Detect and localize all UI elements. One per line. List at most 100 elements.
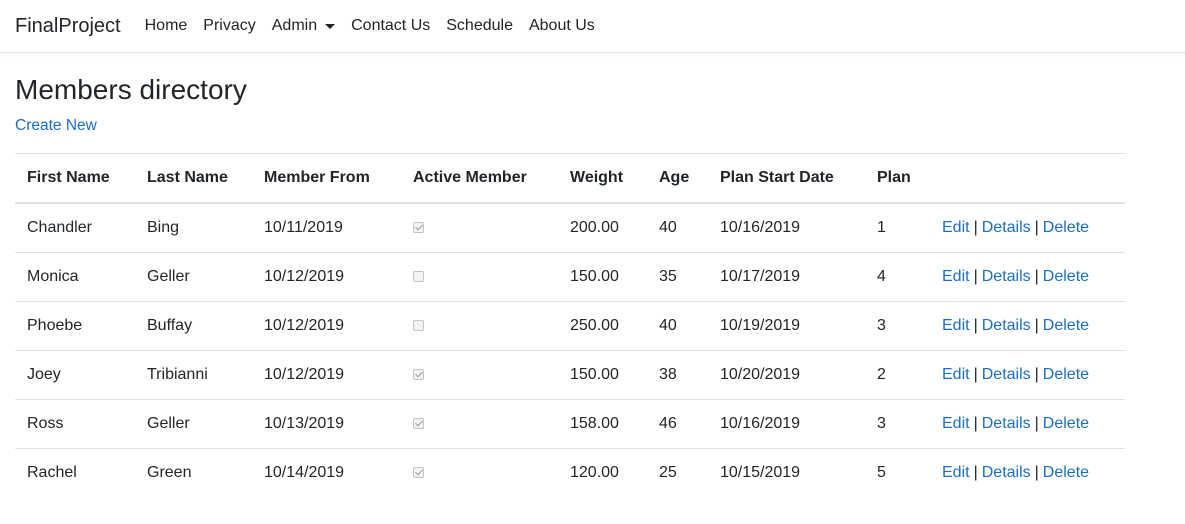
nav-about-us[interactable]: About Us: [529, 17, 595, 35]
header-age: Age: [659, 168, 690, 186]
cell-member-from: 10/11/2019: [264, 218, 343, 236]
action-separator: |: [973, 218, 978, 236]
chevron-down-icon: [325, 23, 336, 29]
action-separator: |: [1034, 365, 1039, 383]
cell-last-name: Green: [147, 463, 192, 481]
cell-actions: Edit | Details | Delete: [930, 203, 1125, 252]
cell-plan: 3: [877, 414, 886, 432]
cell-plan-start-date: 10/16/2019: [720, 218, 801, 236]
edit-link[interactable]: Edit: [942, 415, 970, 432]
details-link[interactable]: Details: [982, 268, 1031, 285]
cell-first-name: Monica: [27, 267, 79, 285]
table-row: Ross Geller 10/13/2019 158.00 46 10/16/2019 3 E…: [15, 399, 1125, 449]
cell-plan: 4: [877, 267, 886, 285]
details-link[interactable]: Details: [982, 366, 1031, 383]
action-separator: |: [973, 414, 978, 432]
nav-home[interactable]: Home: [145, 17, 188, 35]
edit-link[interactable]: Edit: [942, 464, 970, 481]
action-separator: |: [1034, 218, 1039, 236]
nav-schedule[interactable]: Schedule: [446, 17, 513, 35]
details-link[interactable]: Details: [982, 317, 1031, 334]
details-link[interactable]: Details: [982, 415, 1031, 432]
delete-link[interactable]: Delete: [1043, 317, 1089, 334]
cell-active-member: [401, 350, 558, 399]
action-separator: |: [973, 267, 978, 285]
cell-age: 38: [659, 365, 677, 383]
cell-member-from: 10/13/2019: [264, 414, 345, 432]
details-link[interactable]: Details: [982, 464, 1031, 481]
active-member-checkbox: [413, 319, 424, 331]
cell-first-name: Ross: [27, 414, 64, 432]
cell-plan: 3: [877, 316, 886, 334]
active-member-checkbox: [413, 368, 424, 380]
header-member-from: Member From: [264, 168, 370, 186]
cell-age: 40: [659, 218, 677, 236]
table-header: First Name Last Name Member From Active …: [15, 153, 1125, 204]
active-member-checkbox: [413, 222, 424, 234]
cell-actions: Edit | Details | Delete: [930, 350, 1125, 399]
nav-links: Home Privacy Admin Contact Us Schedule A…: [145, 17, 611, 35]
cell-age: 46: [659, 414, 677, 432]
cell-first-name: Chandler: [27, 218, 92, 236]
cell-plan: 2: [877, 365, 886, 383]
table-row: Monica Geller 10/12/2019 150.00 35 10/17/2019…: [15, 252, 1125, 302]
table-row: Chandler Bing 10/11/2019 200.00 40 10/16/2019…: [15, 203, 1125, 253]
nav-contact-us[interactable]: Contact Us: [351, 17, 430, 35]
delete-link[interactable]: Delete: [1043, 366, 1089, 383]
delete-link[interactable]: Delete: [1043, 415, 1089, 432]
action-separator: |: [973, 463, 978, 481]
cell-weight: 150.00: [570, 365, 619, 383]
action-separator: |: [1034, 267, 1039, 285]
header-plan: Plan: [877, 168, 911, 186]
edit-link[interactable]: Edit: [942, 268, 970, 285]
create-new-link[interactable]: Create New: [15, 117, 97, 135]
cell-first-name: Joey: [27, 365, 61, 383]
cell-weight: 250.00: [570, 316, 619, 334]
navbar: FinalProject Home Privacy Admin Contact …: [0, 0, 1185, 53]
table-row: Joey Tribianni 10/12/2019 150.00 38 10/20/201…: [15, 350, 1125, 400]
cell-weight: 200.00: [570, 218, 619, 236]
cell-first-name: Phoebe: [27, 316, 83, 334]
cell-last-name: Geller: [147, 267, 190, 285]
cell-last-name: Buffay: [147, 316, 193, 334]
table-row: Phoebe Buffay 10/12/2019 250.00 40 10/19/2019…: [15, 301, 1125, 351]
header-first-name: First Name: [27, 168, 110, 186]
main-content: Members directory Create New First Name …: [0, 73, 1185, 497]
nav-privacy[interactable]: Privacy: [203, 17, 255, 35]
cell-actions: Edit | Details | Delete: [930, 399, 1125, 448]
cell-age: 40: [659, 316, 677, 334]
details-link[interactable]: Details: [982, 219, 1031, 236]
cell-active-member: [401, 448, 558, 497]
active-member-checkbox: [413, 270, 424, 282]
edit-link[interactable]: Edit: [942, 366, 970, 383]
cell-last-name: Bing: [147, 218, 180, 236]
nav-admin-dropdown[interactable]: Admin: [271, 17, 336, 35]
cell-plan-start-date: 10/19/2019: [720, 316, 801, 334]
header-last-name: Last Name: [147, 168, 228, 186]
cell-plan: 1: [877, 218, 886, 236]
cell-weight: 120.00: [570, 463, 619, 481]
nav-admin-label: Admin: [271, 17, 318, 34]
cell-first-name: Rachel: [27, 463, 77, 481]
delete-link[interactable]: Delete: [1043, 268, 1089, 285]
cell-active-member: [401, 203, 558, 252]
cell-weight: 158.00: [570, 414, 619, 432]
edit-link[interactable]: Edit: [942, 317, 970, 334]
active-member-checkbox: [413, 417, 424, 429]
brand-link[interactable]: FinalProject: [15, 15, 121, 38]
edit-link[interactable]: Edit: [942, 219, 970, 236]
members-table: First Name Last Name Member From Active …: [15, 153, 1125, 498]
header-actions: [930, 153, 1125, 203]
cell-last-name: Geller: [147, 414, 190, 432]
cell-actions: Edit | Details | Delete: [930, 448, 1125, 497]
cell-plan-start-date: 10/20/2019: [720, 365, 801, 383]
action-separator: |: [973, 365, 978, 383]
cell-plan-start-date: 10/16/2019: [720, 414, 801, 432]
cell-plan: 5: [877, 463, 886, 481]
delete-link[interactable]: Delete: [1043, 219, 1089, 236]
cell-plan-start-date: 10/15/2019: [720, 463, 801, 481]
delete-link[interactable]: Delete: [1043, 464, 1089, 481]
cell-age: 35: [659, 267, 677, 285]
header-plan-start-date: Plan Start Date: [720, 168, 834, 186]
header-weight: Weight: [570, 168, 624, 186]
